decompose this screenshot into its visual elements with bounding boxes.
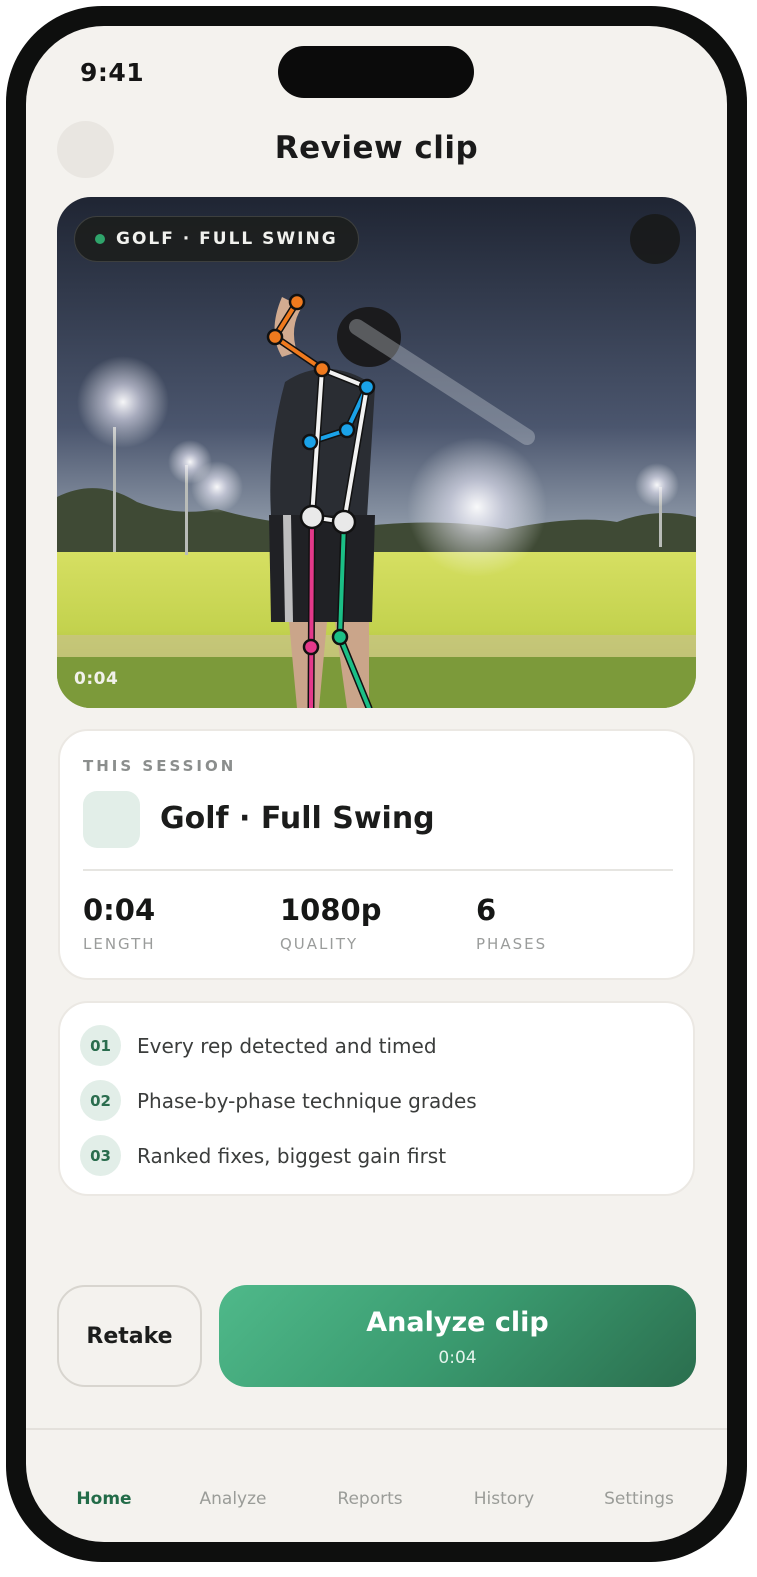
stat-label: QUALITY (280, 935, 359, 953)
video-options-button[interactable] (630, 214, 680, 264)
list-item: 01 Every rep detected and timed (80, 1025, 437, 1066)
tab-bar (26, 1428, 727, 1542)
tab-reports[interactable]: Reports (337, 1489, 402, 1509)
tab-history[interactable]: History (474, 1489, 534, 1509)
step-number: 02 (80, 1080, 121, 1121)
stat-length: 0:04 LENGTH (83, 893, 156, 953)
step-text: Phase-by-phase technique grades (137, 1088, 477, 1113)
stat-value: 1080p (280, 893, 382, 927)
stat-quality: 1080p QUALITY (280, 893, 381, 953)
step-text: Ranked fixes, biggest gain first (137, 1143, 447, 1168)
session-card: THIS SESSION Golf · Full Swing 0:04 LENG… (58, 729, 695, 980)
stat-value: 6 (476, 893, 497, 927)
tab-settings[interactable]: Settings (604, 1489, 674, 1509)
list-item: 03 Ranked fixes, biggest gain first (80, 1135, 446, 1176)
stat-label: PHASES (476, 935, 548, 953)
step-text: Every rep detected and timed (137, 1033, 437, 1058)
session-name: Golf · Full Swing (160, 801, 435, 836)
stat-phases: 6 PHASES (476, 893, 547, 953)
session-label: THIS SESSION (83, 757, 237, 775)
video-frame (57, 197, 696, 708)
live-dot-icon (95, 234, 105, 244)
stat-label: LENGTH (83, 935, 156, 953)
sport-badge: GOLF · FULL SWING (74, 216, 359, 262)
analysis-steps-card: 01 Every rep detected and timed 02 Phase… (58, 1001, 695, 1196)
analyze-clip-button[interactable]: Analyze clip 0:04 (219, 1285, 696, 1387)
app-screen: 9:41 Review clip GOLF · FULL SWING 0:04 … (26, 26, 727, 1542)
retake-button[interactable]: Retake (57, 1285, 202, 1387)
golf-icon (83, 791, 140, 848)
phone-frame: 9:41 Review clip GOLF · FULL SWING 0:04 … (6, 6, 747, 1562)
step-number: 03 (80, 1135, 121, 1176)
stat-value: 0:04 (83, 893, 156, 927)
tab-home[interactable]: Home (76, 1489, 131, 1509)
dynamic-island (278, 46, 474, 98)
sport-badge-label: GOLF · FULL SWING (116, 229, 338, 249)
status-time: 9:41 (80, 58, 145, 87)
step-number: 01 (80, 1025, 121, 1066)
video-preview[interactable]: GOLF · FULL SWING 0:04 (57, 197, 696, 708)
tab-analyze[interactable]: Analyze (200, 1489, 267, 1509)
analyze-button-label: Analyze clip (366, 1306, 549, 1338)
analyze-button-duration: 0:04 (438, 1347, 477, 1368)
video-timestamp: 0:04 (74, 669, 119, 689)
page-title: Review clip (274, 130, 479, 166)
divider (83, 869, 673, 871)
list-item: 02 Phase-by-phase technique grades (80, 1080, 477, 1121)
